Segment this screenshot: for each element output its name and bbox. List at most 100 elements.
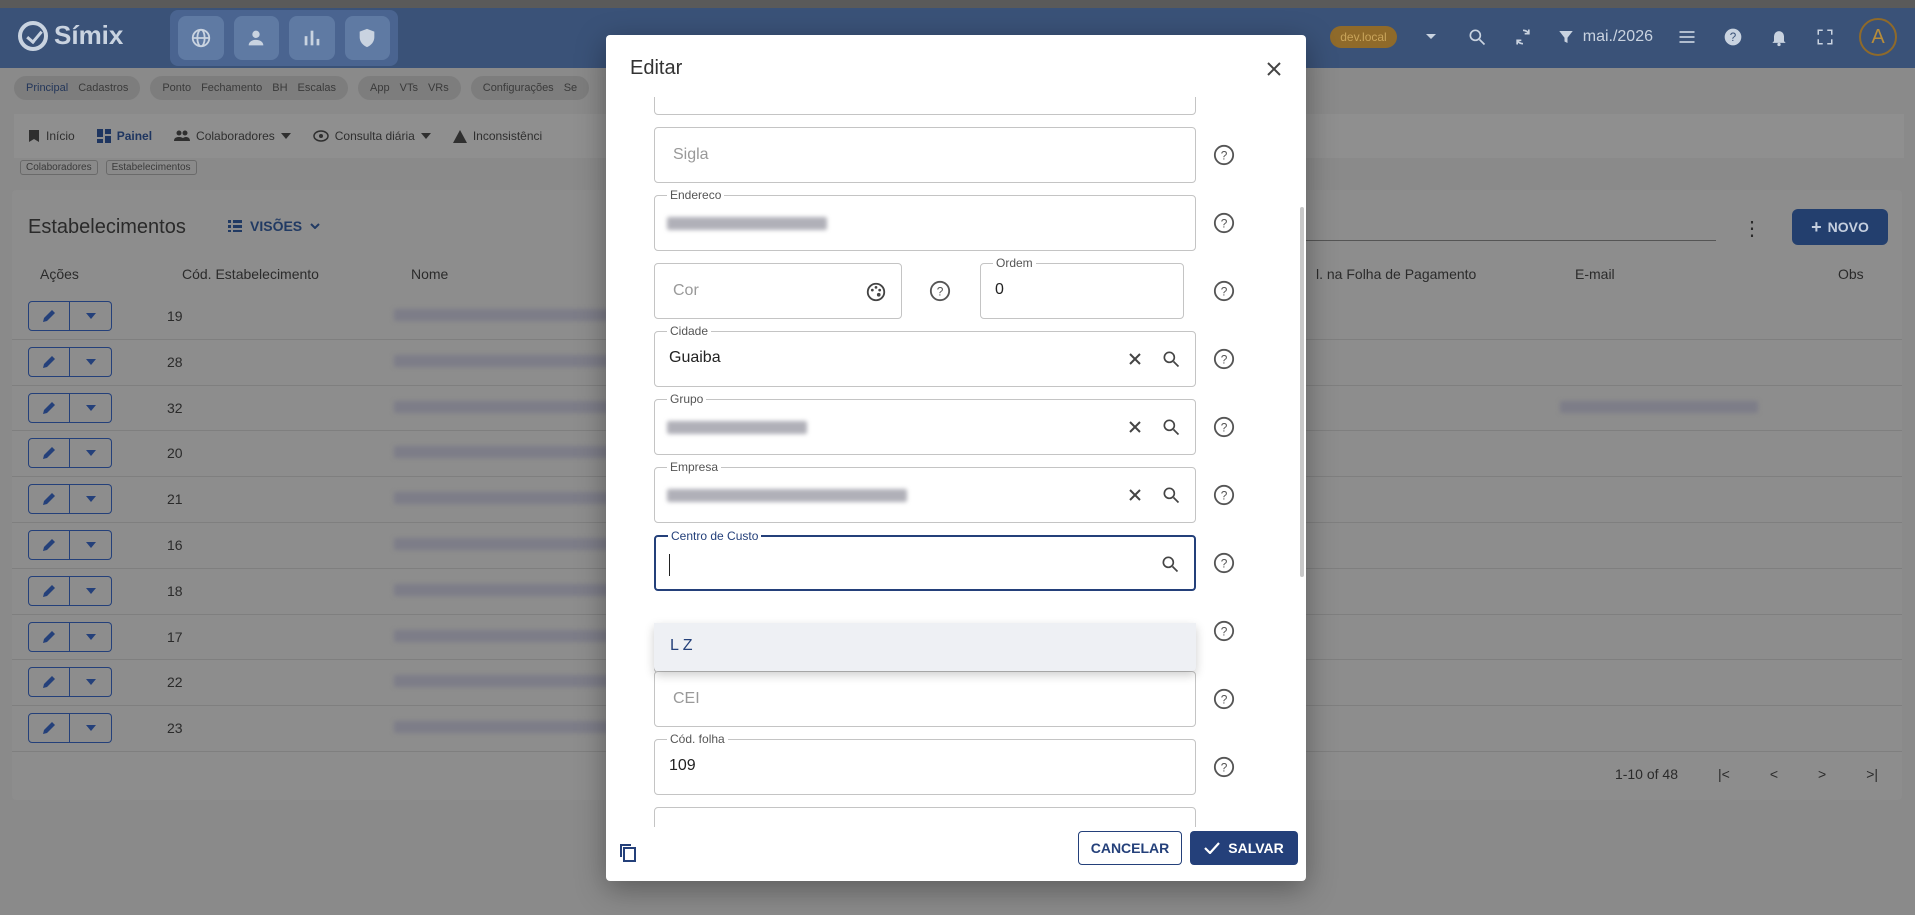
next-page-icon[interactable]: > (1818, 766, 1826, 782)
app-logo[interactable]: Símix (18, 20, 123, 51)
user-button[interactable] (233, 16, 279, 60)
help-circle-icon[interactable]: ? (1212, 143, 1236, 167)
first-page-icon[interactable]: |< (1718, 766, 1730, 782)
nav-configuracoes[interactable]: Configurações (483, 82, 554, 94)
new-button[interactable]: + NOVO (1792, 209, 1888, 245)
more-vert-icon[interactable]: ⋮ (1742, 216, 1762, 241)
help-circle-icon[interactable]: ? (1212, 211, 1236, 235)
column-acoes[interactable]: Ações (40, 266, 79, 282)
cei-field[interactable]: CEI (654, 671, 1196, 727)
edit-button[interactable] (28, 667, 70, 698)
subnav-consulta-diaria[interactable]: Consulta diária (313, 129, 431, 143)
column-cod-estabelecimento[interactable]: Cód. Estabelecimento (182, 266, 319, 282)
bell-icon[interactable] (1767, 25, 1791, 49)
search-icon[interactable] (1160, 554, 1180, 579)
row-menu-button[interactable] (70, 667, 112, 698)
ordem-field[interactable]: Ordem 0 (980, 256, 1184, 319)
help-circle-icon[interactable]: ? (928, 279, 952, 303)
nav-ponto[interactable]: Ponto (162, 82, 191, 94)
column-email[interactable]: E-mail (1575, 266, 1615, 282)
scroll-thumb[interactable] (1300, 207, 1304, 577)
row-menu-button[interactable] (70, 529, 112, 560)
tune-icon[interactable] (1675, 25, 1699, 49)
column-obs[interactable]: Obs (1838, 266, 1864, 282)
edit-button[interactable] (28, 529, 70, 560)
edit-button[interactable] (28, 575, 70, 606)
centro-custo-field[interactable]: Centro de Custo (654, 529, 1196, 591)
subnav-inconsistencias[interactable]: Inconsistênci (452, 129, 542, 143)
security-button[interactable] (344, 16, 390, 60)
save-button[interactable]: SALVAR (1190, 831, 1298, 865)
help-icon[interactable]: ? (1721, 25, 1745, 49)
table-search-input[interactable] (1286, 240, 1716, 241)
edit-button[interactable] (28, 438, 70, 469)
row-menu-button[interactable] (70, 484, 112, 515)
close-icon[interactable] (1262, 57, 1286, 81)
grupo-field[interactable]: Grupo (654, 392, 1196, 455)
row-menu-button[interactable] (70, 301, 112, 331)
last-page-icon[interactable]: >| (1866, 766, 1878, 782)
help-circle-icon[interactable]: ? (1212, 551, 1236, 575)
search-icon[interactable] (1161, 349, 1181, 374)
help-circle-icon[interactable]: ? (1212, 755, 1236, 779)
row-menu-button[interactable] (70, 575, 112, 606)
row-menu-button[interactable] (70, 621, 112, 652)
nav-se[interactable]: Se (564, 82, 577, 94)
subnav-colaboradores[interactable]: Colaboradores (174, 129, 291, 143)
sigla-field[interactable]: Sigla (654, 127, 1196, 183)
help-circle-icon[interactable]: ? (1212, 347, 1236, 371)
edit-button[interactable] (28, 346, 70, 377)
dropdown-option[interactable]: L Z (670, 637, 693, 655)
visoes-button[interactable]: VISÕES (228, 218, 320, 234)
fullscreen-icon[interactable] (1813, 25, 1837, 49)
dialog-scrollbar[interactable] (1298, 97, 1306, 827)
edit-button[interactable] (28, 301, 70, 331)
clear-icon[interactable] (1125, 417, 1145, 442)
globe-button[interactable] (178, 16, 224, 60)
prev-page-icon[interactable]: < (1770, 766, 1778, 782)
cod-folha-field[interactable]: Cód. folha 109 (654, 732, 1196, 795)
cor-field[interactable]: Cor (654, 263, 902, 319)
endereco-field[interactable]: Endereco (654, 188, 1196, 251)
row-menu-button[interactable] (70, 392, 112, 423)
edit-button[interactable] (28, 713, 70, 744)
subnav-inicio[interactable]: Início (28, 129, 75, 143)
nome-field[interactable] (654, 97, 1196, 115)
help-circle-icon[interactable]: ? (1212, 687, 1236, 711)
nav-fechamento[interactable]: Fechamento (201, 82, 262, 94)
search-icon[interactable] (1465, 25, 1489, 49)
sync-icon[interactable] (1511, 25, 1535, 49)
edit-button[interactable] (28, 484, 70, 515)
nav-bh[interactable]: BH (272, 82, 287, 94)
empresa-field[interactable]: Empresa (654, 460, 1196, 523)
search-icon[interactable] (1161, 417, 1181, 442)
breadcrumb-colaboradores[interactable]: Colaboradores (20, 160, 98, 175)
nav-app[interactable]: App (370, 82, 390, 94)
clear-icon[interactable] (1125, 485, 1145, 510)
cidade-field[interactable]: Cidade Guaiba (654, 324, 1196, 387)
clear-icon[interactable] (1125, 349, 1145, 374)
next-field[interactable] (654, 807, 1196, 827)
subnav-painel[interactable]: Painel (96, 129, 152, 143)
copy-icon[interactable] (616, 841, 640, 865)
nav-vrs[interactable]: VRs (428, 82, 449, 94)
column-nome[interactable]: Nome (411, 266, 448, 282)
cancel-button[interactable]: CANCELAR (1078, 831, 1182, 865)
period-filter[interactable]: mai./2026 (1557, 28, 1653, 46)
row-menu-button[interactable] (70, 713, 112, 744)
palette-icon[interactable] (865, 281, 887, 308)
avatar[interactable]: A (1859, 18, 1897, 56)
help-circle-icon[interactable]: ? (1212, 279, 1236, 303)
help-circle-icon[interactable]: ? (1212, 619, 1236, 643)
edit-button[interactable] (28, 392, 70, 423)
row-menu-button[interactable] (70, 438, 112, 469)
breadcrumb-estabelecimentos[interactable]: Estabelecimentos (105, 160, 197, 175)
nav-principal[interactable]: Principal (26, 82, 68, 94)
nav-vts[interactable]: VTs (400, 82, 418, 94)
env-dropdown-chevron-icon[interactable] (1419, 25, 1443, 49)
edit-button[interactable] (28, 621, 70, 652)
help-circle-icon[interactable]: ? (1212, 483, 1236, 507)
column-folha-pagamento[interactable]: l. na Folha de Pagamento (1316, 266, 1476, 282)
nav-escalas[interactable]: Escalas (298, 82, 337, 94)
nav-cadastros[interactable]: Cadastros (78, 82, 128, 94)
